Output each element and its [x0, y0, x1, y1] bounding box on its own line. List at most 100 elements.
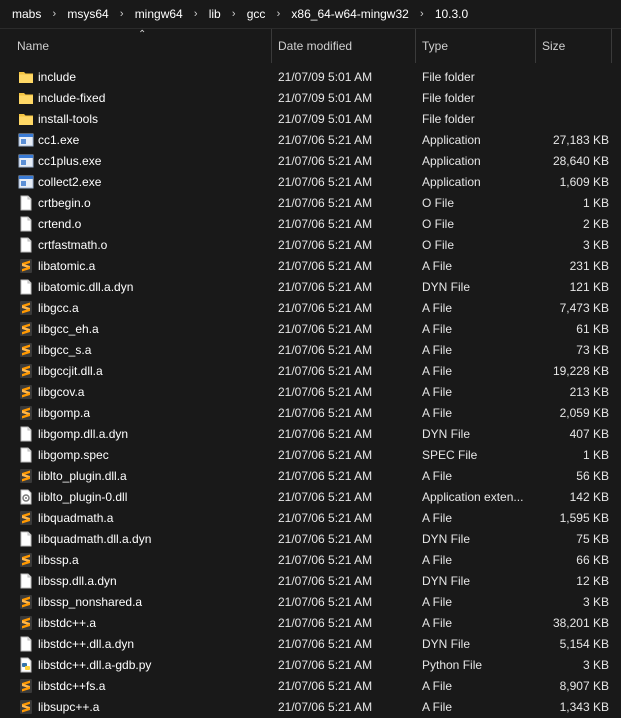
file-row[interactable]: libgomp.dll.a.dyn 21/07/06 5:21 AM DYN Fil… — [0, 423, 621, 444]
file-name-cell: include — [0, 69, 272, 85]
sort-ascending-icon: ⌃ — [138, 29, 147, 40]
date-modified-cell: 21/07/06 5:21 AM — [278, 510, 373, 525]
file-name: libsupc++.a — [38, 699, 100, 714]
file-row[interactable]: libstdc++.dll.a-gdb.py 21/07/06 5:21 AM Py… — [0, 654, 621, 675]
file-name: libstdc++fs.a — [38, 678, 106, 693]
file-row[interactable]: crtbegin.o 21/07/06 5:21 AM O File 1 KB — [0, 192, 621, 213]
type-cell: A File — [422, 363, 453, 378]
file-row[interactable]: libgcc_eh.a 21/07/06 5:21 AM A File 61 KB — [0, 318, 621, 339]
file-row[interactable]: collect2.exe 21/07/06 5:21 AM Application 1… — [0, 171, 621, 192]
file-name: libgccjit.dll.a — [38, 363, 103, 378]
file-row[interactable]: libsupc++.a 21/07/06 5:21 AM A File 1,343 K… — [0, 696, 621, 717]
size-cell: 8,907 KB — [559, 678, 609, 693]
file-row[interactable]: crtfastmath.o 21/07/06 5:21 AM O File 3 KB — [0, 234, 621, 255]
size-cell: 1 KB — [582, 447, 609, 462]
file-row[interactable]: liblto_plugin-0.dll 21/07/06 5:21 AM Appli… — [0, 486, 621, 507]
type-cell: A File — [422, 384, 453, 399]
column-header-size[interactable]: Size — [536, 29, 612, 63]
size-cell: 3 KB — [582, 237, 609, 252]
date-modified-cell: 21/07/06 5:21 AM — [278, 615, 373, 630]
file-name-cell: libquadmath.dll.a.dyn — [0, 531, 272, 547]
file-name: libstdc++.a — [38, 615, 97, 630]
file-name: libstdc++.dll.a-gdb.py — [38, 657, 152, 672]
column-header-date-label: Date modified — [278, 39, 353, 53]
sublime-file-icon — [18, 678, 34, 694]
file-row[interactable]: libssp_nonshared.a 21/07/06 5:21 AM A File… — [0, 591, 621, 612]
file-name: libssp.dll.a.dyn — [38, 573, 117, 588]
date-modified-cell: 21/07/06 5:21 AM — [278, 426, 373, 441]
breadcrumb-item[interactable]: mabs — [12, 7, 41, 21]
date-modified-cell: 21/07/06 5:21 AM — [278, 678, 373, 693]
type-cell: A File — [422, 405, 453, 420]
file-name-cell: libgomp.spec — [0, 447, 272, 463]
breadcrumb-item[interactable]: mingw64 — [135, 7, 183, 21]
size-cell: 73 KB — [576, 342, 609, 357]
breadcrumb-item[interactable]: msys64 — [67, 7, 108, 21]
file-row[interactable]: libssp.dll.a.dyn 21/07/06 5:21 AM DYN File… — [0, 570, 621, 591]
type-cell: Application exten... — [422, 489, 524, 504]
file-row[interactable]: libstdc++.a 21/07/06 5:21 AM A File 38,201 … — [0, 612, 621, 633]
size-cell: 3 KB — [582, 594, 609, 609]
exe-icon — [18, 153, 34, 169]
file-name-cell: libstdc++.dll.a-gdb.py — [0, 657, 272, 673]
file-row[interactable]: liblto_plugin.dll.a 21/07/06 5:21 AM A Fil… — [0, 465, 621, 486]
date-modified-cell: 21/07/06 5:21 AM — [278, 195, 373, 210]
file-name: libatomic.dll.a.dyn — [38, 279, 134, 294]
size-cell: 19,228 KB — [552, 363, 609, 378]
file-row[interactable]: libgcov.a 21/07/06 5:21 AM A File 213 KB — [0, 381, 621, 402]
sublime-file-icon — [18, 615, 34, 631]
date-modified-cell: 21/07/06 5:21 AM — [278, 468, 373, 483]
file-row[interactable]: install-tools 21/07/09 5:01 AM File folder — [0, 108, 621, 129]
file-row[interactable]: cc1.exe 21/07/06 5:21 AM Application 27,183… — [0, 129, 621, 150]
file-row[interactable]: include 21/07/09 5:01 AM File folder — [0, 66, 621, 87]
type-cell: Application — [422, 174, 481, 189]
file-name-cell: libgomp.dll.a.dyn — [0, 426, 272, 442]
file-row[interactable]: libquadmath.dll.a.dyn 21/07/06 5:21 AM DYN… — [0, 528, 621, 549]
date-modified-cell: 21/07/06 5:21 AM — [278, 300, 373, 315]
file-row[interactable]: libquadmath.a 21/07/06 5:21 AM A File 1,595… — [0, 507, 621, 528]
file-icon — [18, 531, 34, 547]
type-cell: DYN File — [422, 573, 471, 588]
file-row[interactable]: cc1plus.exe 21/07/06 5:21 AM Application 28… — [0, 150, 621, 171]
date-modified-cell: 21/07/06 5:21 AM — [278, 552, 373, 567]
file-row[interactable]: libatomic.a 21/07/06 5:21 AM A File 231 KB — [0, 255, 621, 276]
breadcrumb-item[interactable]: lib — [209, 7, 221, 21]
file-name-cell: install-tools — [0, 111, 272, 127]
file-name-cell: libgcc.a — [0, 300, 272, 316]
breadcrumb-item[interactable]: gcc — [247, 7, 266, 21]
file-row[interactable]: include-fixed 21/07/09 5:01 AM File folder — [0, 87, 621, 108]
file-name-cell: libgcc_s.a — [0, 342, 272, 358]
file-row[interactable]: libgomp.spec 21/07/06 5:21 AM SPEC File 1 K… — [0, 444, 621, 465]
file-row[interactable]: libgcc_s.a 21/07/06 5:21 AM A File 73 KB — [0, 339, 621, 360]
column-header-size-label: Size — [542, 39, 566, 53]
file-row[interactable]: libgcc.a 21/07/06 5:21 AM A File 7,473 KB — [0, 297, 621, 318]
breadcrumb-item[interactable]: x86_64-w64-mingw32 — [291, 7, 408, 21]
file-row[interactable]: libgomp.a 21/07/06 5:21 AM A File 2,059 KB — [0, 402, 621, 423]
file-name: collect2.exe — [38, 174, 102, 189]
sublime-file-icon — [18, 300, 34, 316]
file-row[interactable]: libstdc++fs.a 21/07/06 5:21 AM A File 8,907… — [0, 675, 621, 696]
date-modified-cell: 21/07/06 5:21 AM — [278, 531, 373, 546]
file-name: cc1plus.exe — [38, 153, 102, 168]
sublime-file-icon — [18, 258, 34, 274]
file-row[interactable]: libstdc++.dll.a.dyn 21/07/06 5:21 AM DYN F… — [0, 633, 621, 654]
file-row[interactable]: libgccjit.dll.a 21/07/06 5:21 AM A File 19,… — [0, 360, 621, 381]
breadcrumb-item[interactable]: 10.3.0 — [435, 7, 468, 21]
file-name: libgcov.a — [38, 384, 85, 399]
type-cell: A File — [422, 300, 453, 315]
file-name: libatomic.a — [38, 258, 96, 273]
file-row[interactable]: libssp.a 21/07/06 5:21 AM A File 66 KB — [0, 549, 621, 570]
type-cell: A File — [422, 615, 453, 630]
column-header-date[interactable]: Date modified — [272, 29, 416, 63]
file-row[interactable]: libatomic.dll.a.dyn 21/07/06 5:21 AM DYN F… — [0, 276, 621, 297]
size-cell: 38,201 KB — [552, 615, 609, 630]
file-name-cell: crtend.o — [0, 216, 272, 232]
type-cell: O File — [422, 216, 455, 231]
size-cell: 1 KB — [582, 195, 609, 210]
file-name-cell: libssp.dll.a.dyn — [0, 573, 272, 589]
type-cell: Application — [422, 132, 481, 147]
column-header-type[interactable]: Type — [416, 29, 536, 63]
date-modified-cell: 21/07/06 5:21 AM — [278, 342, 373, 357]
file-row[interactable]: crtend.o 21/07/06 5:21 AM O File 2 KB — [0, 213, 621, 234]
column-header-name[interactable]: ⌃ Name — [0, 29, 272, 63]
